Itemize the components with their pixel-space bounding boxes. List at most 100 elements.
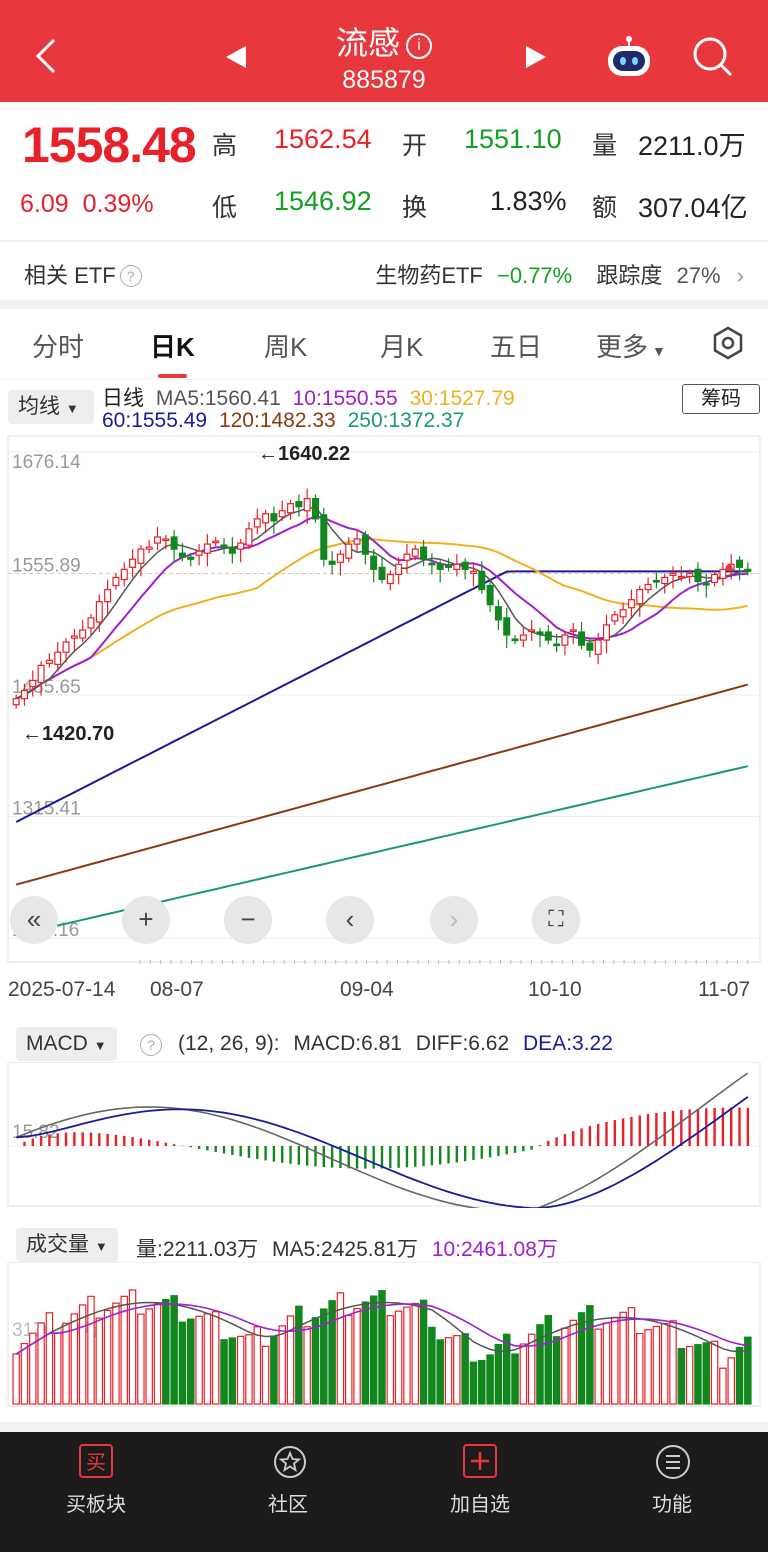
candle-body [287,503,295,514]
etf-change: −0.77% [497,263,573,288]
candle-body [187,556,195,560]
candle-body [361,534,369,555]
volume-bar [461,1333,469,1405]
candle-body [45,659,53,664]
help-icon[interactable]: ? [119,265,142,287]
chart-frame [7,435,761,963]
candle-body [627,599,635,609]
candle-body [702,582,710,586]
today-dot [725,564,733,572]
candle-body [494,606,502,621]
volume-bar [444,1337,453,1405]
x-label-end: 11-07 [698,978,751,1001]
volume-chart[interactable]: 3170.03万 [0,1262,768,1408]
volume-bar [386,1315,395,1405]
volume-bar [278,1325,286,1405]
open-label: 开 [402,132,428,160]
candle-body [220,544,228,548]
ma-selector[interactable]: 均线 ▼ [8,390,94,424]
assistant-robot-icon[interactable] [604,34,654,80]
zoom-in-button[interactable]: + [122,896,170,944]
candle-body [295,501,303,508]
volume-bar [394,1310,403,1405]
settings-hexagon-icon[interactable] [710,325,746,361]
community-button[interactable]: 社区 [228,1444,348,1517]
add-watchlist-button[interactable]: 加自选 [420,1444,540,1517]
related-etf-row[interactable]: 相关 ETF? 生物药ETF −0.77% 跟踪度 27% › [0,241,768,300]
volume-bar [428,1326,436,1405]
candle-body [137,548,145,564]
buy-sector-button[interactable]: 买 买板块 [36,1444,156,1517]
volume-bar [527,1333,536,1405]
tab-intraday[interactable]: 分时 [32,327,84,364]
candle-body [145,546,153,550]
candle-body [37,664,45,684]
volume-bar [170,1295,178,1405]
candle-body [411,548,419,557]
candle-body [719,568,727,580]
volume-legend: 量:2211.03万 MA5:2425.81万 10:2461.08万 [136,1238,558,1261]
candle-body [195,550,203,556]
help-icon[interactable]: ? [140,1034,162,1056]
volume-bar [411,1302,420,1405]
volume-bar [245,1334,253,1405]
scroll-right-button[interactable]: › [430,896,478,944]
high-value: 1562.54 [274,124,372,154]
open-value: 1551.10 [464,124,562,154]
volume-bar [419,1299,428,1405]
candle-body [12,698,20,706]
diff-line [15,1072,749,1208]
candle-body [420,546,428,560]
candle-body [320,514,328,560]
rewind-icon[interactable]: « [10,896,58,944]
candle-body [503,617,511,636]
volume-bar [744,1336,752,1405]
volume-bar [727,1357,735,1405]
zoom-out-button[interactable]: − [224,896,272,944]
volume-bar [253,1326,262,1405]
candle-body [262,513,270,524]
candle-body [553,643,561,647]
volume-bar [602,1322,611,1405]
candle-body [511,638,519,642]
candle-body [336,553,344,563]
candle-body [353,538,361,545]
add-plus-icon [463,1444,497,1478]
volume-selector[interactable]: 成交量 ▼ [16,1228,118,1262]
volume-bar [486,1354,494,1405]
functions-button[interactable]: 功能 [612,1444,732,1517]
chevron-right-icon: › [736,263,744,288]
tab-weekly-k[interactable]: 周K [264,327,307,364]
volume-bar [211,1311,220,1405]
volume-bar [453,1335,461,1405]
candle-body [237,542,245,550]
tab-more[interactable]: 更多 ▼ [596,327,666,364]
info-icon[interactable]: i [406,33,432,59]
volume-bar [203,1313,212,1405]
x-label-2: 08-07 [150,978,204,1001]
ma120-line [15,683,749,886]
candle-body [170,536,178,550]
volume-bar [45,1312,54,1405]
candle-body [345,543,353,559]
candlestick-chart[interactable]: 1676.141555.891435.651315.411195.16←1640… [0,434,768,964]
tab-monthly-k[interactable]: 月K [380,327,423,364]
scroll-left-button[interactable]: ‹ [326,896,374,944]
volume-bar [652,1325,661,1405]
candle-body [453,563,461,570]
macd-selector[interactable]: MACD ▼ [16,1027,117,1061]
chip-distribution-button[interactable]: 筹码 [682,384,760,414]
tab-five-day[interactable]: 五日 [490,327,542,364]
volume-bar [78,1304,87,1405]
fullscreen-icon[interactable]: ⛶ [532,896,580,944]
next-stock-icon[interactable] [522,44,548,70]
macd-y-label: 15.82 [12,1122,60,1143]
search-icon[interactable] [692,36,734,78]
macd-chart[interactable]: 15.82 [0,1062,768,1208]
volume-bar [403,1306,411,1405]
candle-body [79,629,87,639]
candle-body [54,651,62,665]
tab-daily-k[interactable]: 日K [150,327,195,378]
ma10-line [15,515,748,700]
volume-bar [469,1361,478,1405]
